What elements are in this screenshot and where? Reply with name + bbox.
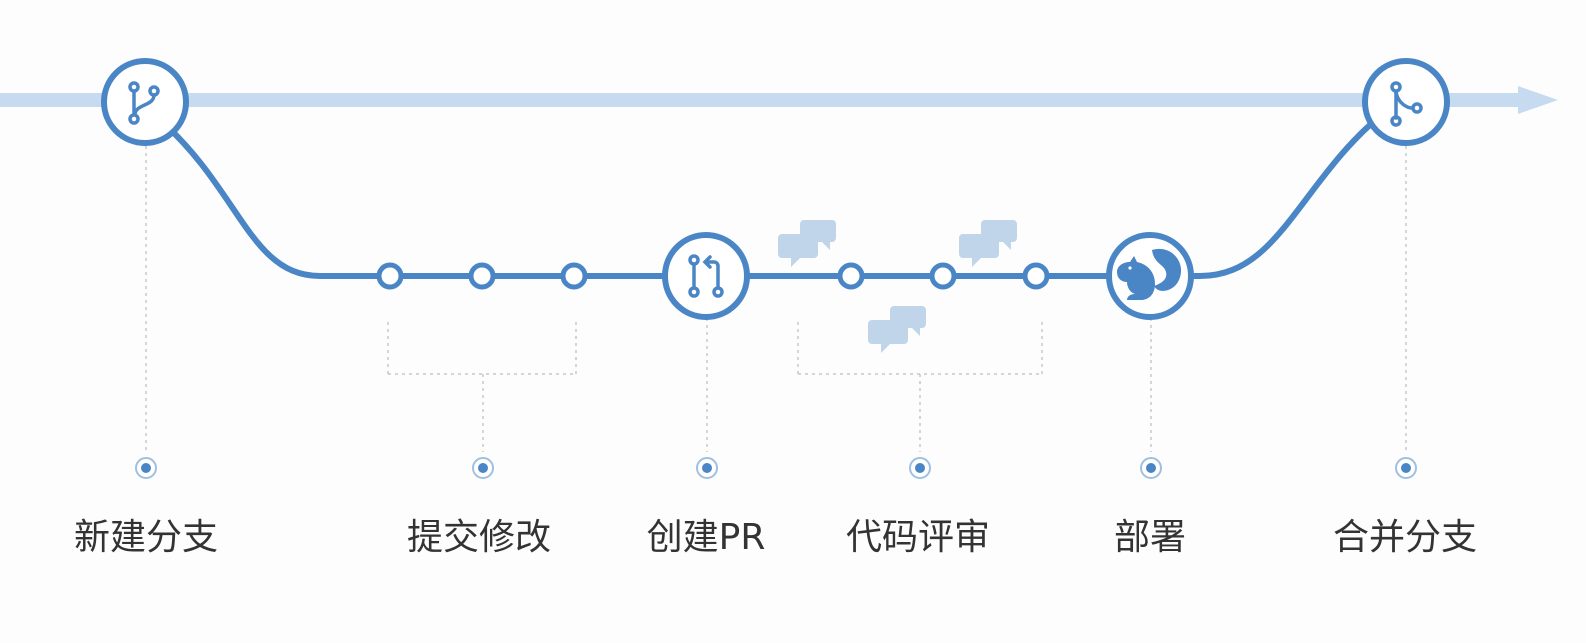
commit-point xyxy=(1022,262,1050,290)
node-merge-branch xyxy=(1362,58,1450,146)
commit-point xyxy=(376,262,404,290)
github-flow-diagram: 新建分支 提交修改 创建PR 代码评审 部署 合并分支 xyxy=(0,0,1586,643)
commit-point xyxy=(560,262,588,290)
commit-point xyxy=(929,262,957,290)
marker-deploy xyxy=(1140,457,1162,479)
step-label-new-branch: 新建分支 xyxy=(73,517,218,558)
guide-lines xyxy=(145,146,1407,452)
node-create-pr xyxy=(662,232,750,320)
commit-point xyxy=(468,262,496,290)
step-label-commit: 提交修改 xyxy=(406,517,551,558)
step-label-create-pr: 创建PR xyxy=(646,517,766,558)
step-label-deploy: 部署 xyxy=(1113,517,1186,558)
marker-new-branch xyxy=(135,457,157,479)
step-label-merge: 合并分支 xyxy=(1332,517,1477,558)
marker-commit xyxy=(472,457,494,479)
step-markers xyxy=(135,457,1417,479)
marker-merge xyxy=(1395,457,1417,479)
marker-review xyxy=(909,457,931,479)
comment-bubbles-icon xyxy=(959,220,1017,267)
node-new-branch xyxy=(101,58,189,146)
comment-bubbles-icon xyxy=(778,220,836,267)
commit-point xyxy=(837,262,865,290)
marker-create-pr xyxy=(696,457,718,479)
mainline xyxy=(0,86,1558,114)
comment-bubbles-icon xyxy=(868,306,926,353)
branch-path xyxy=(158,109,1387,279)
node-deploy xyxy=(1106,232,1194,320)
step-label-review: 代码评审 xyxy=(845,517,990,558)
